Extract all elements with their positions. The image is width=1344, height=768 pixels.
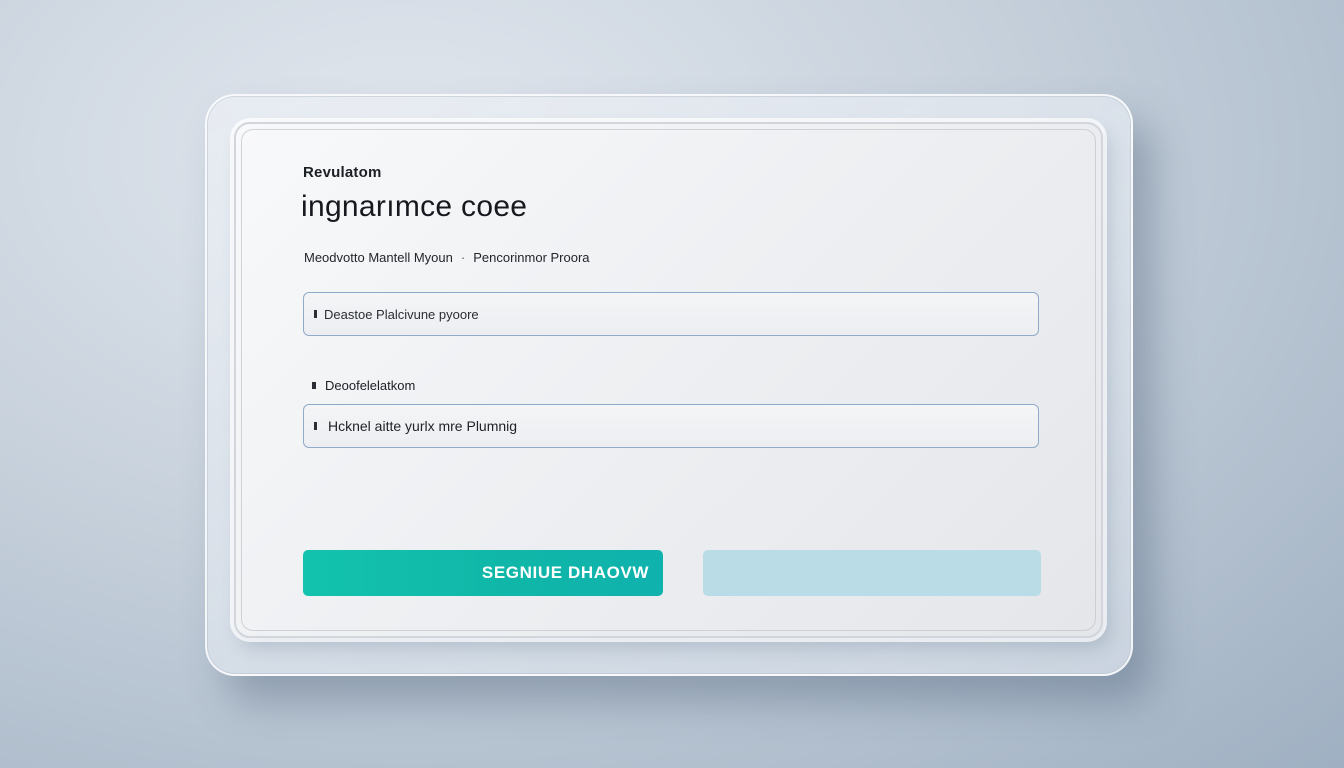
label-bullet-icon [312, 382, 316, 389]
page-title: ingnarımce coee [301, 190, 528, 223]
submit-button[interactable]: SEGNIUE DHAOVW [303, 550, 663, 596]
submit-button-label: SEGNIUE DHAOVW [481, 563, 649, 582]
second-field-label: Deoofelelatkom [312, 378, 415, 393]
first-input-field[interactable]: Deastoe Plalcivune pyoore [303, 292, 1039, 336]
field-marker-icon [314, 310, 317, 318]
second-field-label-text: Deoofelelatkom [325, 378, 416, 393]
form-subtitle: Meodvotto Mantell Myoun · Pencorinmor Proo… [304, 250, 590, 265]
field-marker-icon [314, 422, 317, 430]
subtitle-separator: · [460, 250, 466, 265]
second-input-value: Hcknel aitte yurlx mre Plumnig [328, 418, 518, 434]
form-eyebrow: Revulatom [303, 164, 382, 181]
secondary-button[interactable] [703, 550, 1041, 596]
subtitle-right: Pencorinmor Proora [473, 250, 590, 265]
first-input-value: Deastoe Plalcivune pyoore [324, 306, 479, 322]
second-input-field[interactable]: Hcknel aitte yurlx mre Plumnig [303, 404, 1039, 448]
subtitle-left: Meodvotto Mantell Myoun [304, 250, 453, 265]
